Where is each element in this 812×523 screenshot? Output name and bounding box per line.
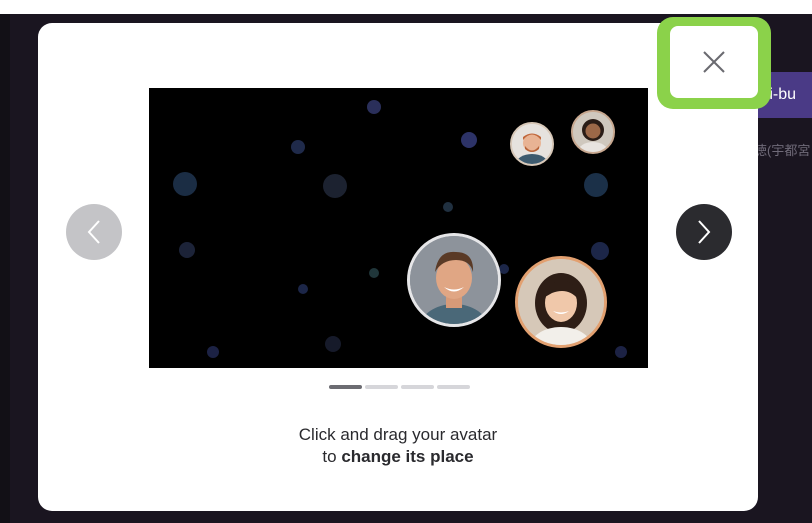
ambient-dot <box>323 174 347 198</box>
pager-dot-3[interactable] <box>401 385 434 389</box>
ambient-dot <box>367 100 381 114</box>
slide-pager <box>329 385 470 389</box>
avatar-small-woman[interactable] <box>571 110 615 154</box>
ambient-dot <box>584 173 608 197</box>
close-button[interactable] <box>670 26 758 98</box>
pager-dot-2[interactable] <box>365 385 398 389</box>
tutorial-caption: Click and drag your avatar to change its… <box>38 424 758 468</box>
background-sidebar <box>0 14 10 523</box>
ambient-dot <box>369 268 379 278</box>
ambient-dot <box>325 336 341 352</box>
caption-line-1: Click and drag your avatar <box>298 425 498 444</box>
ambient-dot <box>179 242 195 258</box>
chevron-right-icon <box>698 220 711 244</box>
tutorial-preview <box>149 88 648 368</box>
close-icon <box>703 51 725 73</box>
pager-dot-4[interactable] <box>437 385 470 389</box>
background-top-bar <box>0 0 812 14</box>
avatar-large-man[interactable] <box>407 233 501 327</box>
previous-slide-button[interactable] <box>66 204 122 260</box>
ambient-dot <box>591 242 609 260</box>
ambient-dot <box>443 202 453 212</box>
avatar-small-man[interactable] <box>510 122 554 166</box>
next-slide-button[interactable] <box>676 204 732 260</box>
avatar-large-woman[interactable] <box>515 256 607 348</box>
ambient-dot <box>291 140 305 154</box>
ambient-dot <box>207 346 219 358</box>
caption-line-2: to change its place <box>38 446 758 468</box>
ambient-dot <box>298 284 308 294</box>
ambient-dot <box>461 132 477 148</box>
chevron-left-icon <box>87 220 100 244</box>
pager-dot-1[interactable] <box>329 385 362 389</box>
caption-line-2-prefix: to <box>322 447 342 466</box>
caption-line-2-bold: change its place <box>341 447 474 466</box>
ambient-dot <box>615 346 627 358</box>
background-text: 徳(宇都宮 <box>754 143 811 158</box>
ambient-dot <box>173 172 197 196</box>
